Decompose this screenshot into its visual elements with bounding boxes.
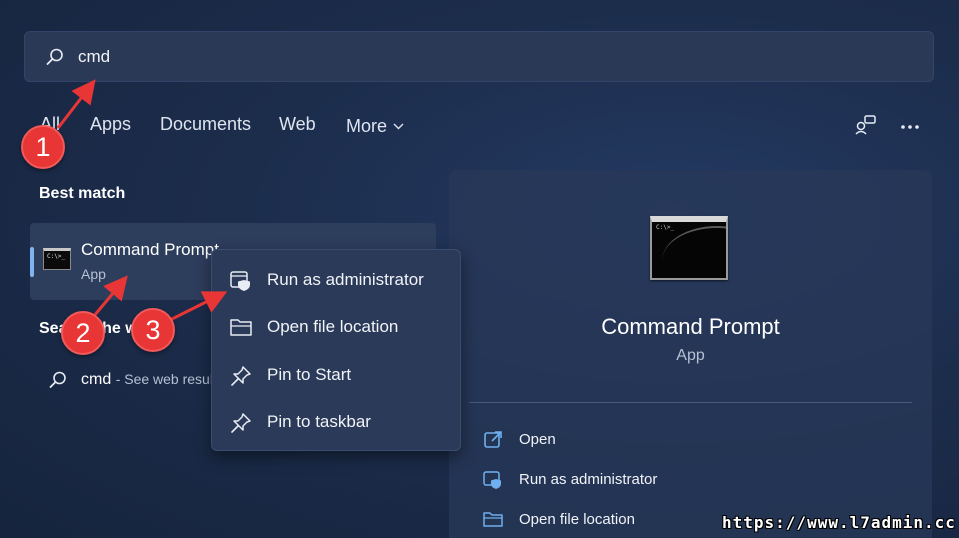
annotation-badge-3: 3 <box>131 308 175 352</box>
annotation-arrow-3 <box>169 291 228 322</box>
watermark: https://www.l7admin.cc <box>722 513 956 532</box>
annotation-arrow-2 <box>92 275 128 317</box>
annotation-arrows <box>56 79 228 322</box>
annotation-badge-1: 1 <box>21 125 65 169</box>
annotation-arrow-1 <box>56 79 96 129</box>
annotation-badge-2: 2 <box>61 311 105 355</box>
